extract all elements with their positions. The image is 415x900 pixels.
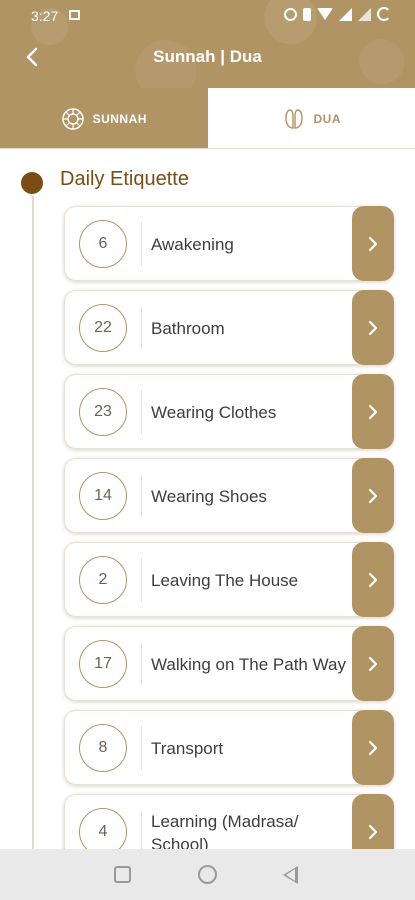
divider — [141, 642, 142, 686]
divider — [141, 810, 142, 854]
item-label: Leaving The House — [151, 571, 299, 590]
image-notification-icon — [69, 10, 80, 20]
list-item[interactable]: 14 Wearing Shoes — [64, 458, 394, 533]
item-label: Walking on The Path Way — [151, 655, 346, 674]
status-bar: 3:27 — [0, 0, 415, 32]
divider — [141, 474, 142, 518]
signal-icon — [339, 7, 352, 21]
tab-bar: SUNNAH DUA — [0, 88, 415, 149]
section-title: Daily Etiquette — [60, 168, 189, 190]
recents-icon[interactable] — [114, 866, 131, 883]
battery-icon — [377, 7, 391, 21]
tab-sunnah-label: SUNNAH — [92, 111, 147, 126]
vibrate-icon — [303, 7, 311, 21]
signal-secondary-icon — [358, 7, 371, 21]
timeline-dot — [21, 172, 43, 194]
open-item-button[interactable] — [352, 290, 394, 365]
chevron-right-icon — [368, 488, 378, 503]
list-item[interactable]: 8 Transport — [64, 710, 394, 785]
back-triangle-icon[interactable] — [283, 866, 298, 884]
open-item-button[interactable] — [352, 542, 394, 617]
divider — [141, 222, 142, 266]
system-nav-bar — [0, 849, 415, 900]
sunnah-icon — [61, 107, 84, 130]
chevron-right-icon — [368, 656, 378, 671]
item-label: Wearing Clothes — [151, 403, 277, 422]
item-count: 22 — [79, 304, 127, 352]
chevron-right-icon — [368, 572, 378, 587]
tab-dua-label: DUA — [313, 111, 341, 126]
chevron-right-icon — [368, 740, 378, 755]
chevron-right-icon — [368, 824, 378, 839]
dua-hands-icon — [284, 108, 303, 129]
item-count: 14 — [79, 472, 127, 520]
list-item[interactable]: 22 Bathroom — [64, 290, 394, 365]
item-label: Wearing Shoes — [151, 487, 267, 506]
wifi-icon — [317, 8, 333, 20]
item-label: Awakening — [151, 235, 234, 254]
home-icon[interactable] — [198, 865, 217, 884]
list-item[interactable]: 2 Leaving The House — [64, 542, 394, 617]
divider — [141, 558, 142, 602]
open-item-button[interactable] — [352, 626, 394, 701]
divider — [141, 726, 142, 770]
item-count: 8 — [79, 724, 127, 772]
list-item[interactable]: 17 Walking on The Path Way — [64, 626, 394, 701]
tab-divider — [0, 148, 415, 149]
open-item-button[interactable] — [352, 458, 394, 533]
chevron-right-icon — [368, 236, 378, 251]
divider — [141, 306, 142, 350]
alarm-icon — [284, 7, 297, 21]
item-label: Transport — [151, 739, 224, 758]
app-header: 3:27 Sunnah | Dua — [0, 0, 415, 88]
status-icons — [284, 7, 391, 21]
open-item-button[interactable] — [352, 374, 394, 449]
item-count: 6 — [79, 220, 127, 268]
item-count: 23 — [79, 388, 127, 436]
timeline-line — [32, 196, 34, 856]
list-item[interactable]: 23 Wearing Clothes — [64, 374, 394, 449]
list-item[interactable]: 6 Awakening — [64, 206, 394, 281]
item-count: 17 — [79, 640, 127, 688]
page-title: Sunnah | Dua — [153, 47, 262, 66]
status-time: 3:27 — [31, 8, 59, 24]
item-label: Bathroom — [151, 319, 225, 338]
tab-sunnah[interactable]: SUNNAH — [0, 88, 208, 149]
open-item-button[interactable] — [352, 206, 394, 281]
item-count: 2 — [79, 556, 127, 604]
chevron-right-icon — [368, 404, 378, 419]
divider — [141, 390, 142, 434]
open-item-button[interactable] — [352, 710, 394, 785]
tab-dua[interactable]: DUA — [207, 88, 415, 149]
chevron-right-icon — [368, 320, 378, 335]
